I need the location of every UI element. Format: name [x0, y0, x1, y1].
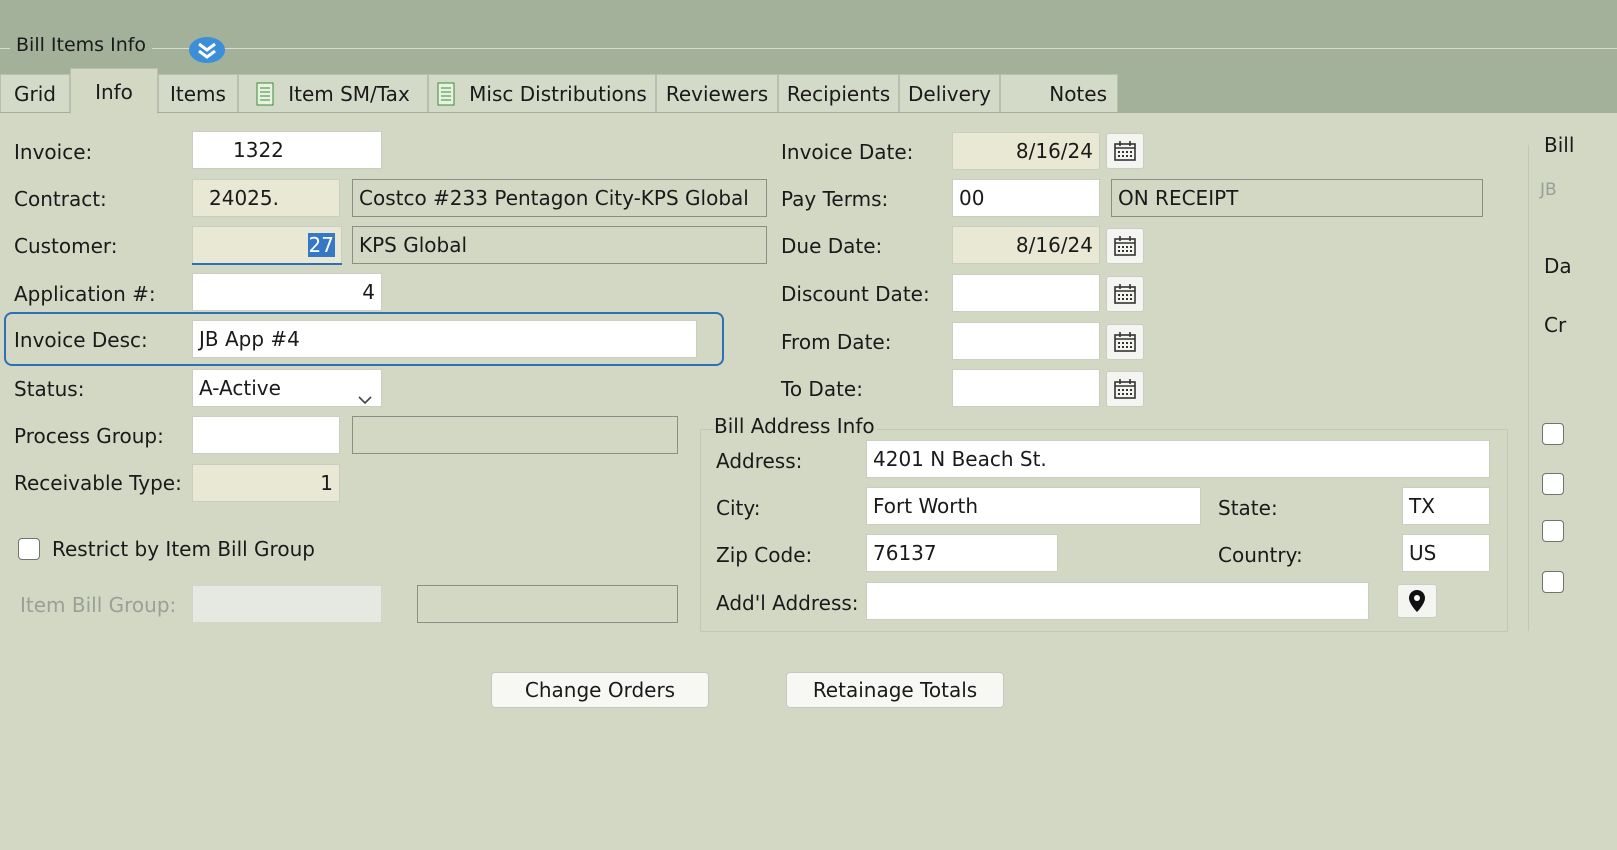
state-label: State:	[1218, 496, 1278, 520]
right-panel-checkbox[interactable]	[1542, 473, 1564, 495]
zip-code-field[interactable]: 76137	[866, 534, 1058, 572]
item-bill-group-description	[417, 585, 678, 623]
pay-terms-field[interactable]: 00	[952, 179, 1100, 217]
bill-address-title: Bill Address Info	[714, 414, 877, 438]
process-group-description	[352, 416, 678, 454]
pay-terms-description: ON RECEIPT	[1111, 179, 1483, 217]
right-panel-title: Bill	[1544, 133, 1575, 157]
calendar-icon[interactable]	[1106, 228, 1144, 264]
right-panel-checkbox[interactable]	[1542, 571, 1564, 593]
tab-label: Delivery	[907, 81, 992, 106]
invoice-field[interactable]: 1322	[192, 131, 382, 169]
city-label: City:	[716, 496, 761, 520]
customer-focus-underline	[192, 263, 342, 265]
customer-field[interactable]: 27	[192, 226, 342, 264]
country-label: Country:	[1218, 543, 1303, 567]
customer-selected-value: 27	[307, 233, 335, 257]
to-date-field[interactable]	[952, 369, 1100, 407]
right-panel-checkbox[interactable]	[1542, 520, 1564, 542]
right-panel-border	[1528, 145, 1529, 631]
tab-label: Grid	[14, 81, 56, 106]
map-pin-icon[interactable]	[1397, 584, 1437, 618]
right-panel-checkbox[interactable]	[1542, 423, 1564, 445]
contract-field[interactable]: 24025.	[192, 179, 340, 217]
tab-label: Items	[170, 81, 226, 106]
tab-item-sm-tax[interactable]: Item SM/Tax	[238, 74, 428, 112]
tab-label: Notes	[1049, 81, 1107, 106]
tab-label: Misc Distributions	[469, 81, 647, 106]
retainage-totals-button[interactable]: Retainage Totals	[786, 672, 1004, 708]
chevron-down-icon	[357, 381, 373, 406]
tab-label: Recipients	[786, 81, 891, 106]
pay-terms-label: Pay Terms:	[781, 187, 889, 211]
calendar-icon[interactable]	[1106, 276, 1144, 312]
group-divider	[0, 48, 1617, 49]
document-icon	[437, 82, 455, 106]
restrict-by-item-bill-group-checkbox[interactable]	[18, 538, 40, 560]
tab-delivery[interactable]: Delivery	[899, 74, 1000, 112]
tab-notes[interactable]: Notes	[1000, 74, 1118, 112]
receivable-type-field[interactable]: 1	[192, 464, 340, 502]
calendar-icon[interactable]	[1106, 324, 1144, 360]
discount-date-field[interactable]	[952, 274, 1100, 312]
discount-date-label: Discount Date:	[781, 282, 930, 306]
group-title: Bill Items Info	[10, 34, 153, 56]
state-field[interactable]: TX	[1402, 487, 1490, 525]
due-date-label: Due Date:	[781, 234, 883, 258]
zip-code-label: Zip Code:	[716, 543, 813, 567]
tab-misc-distributions[interactable]: Misc Distributions	[428, 74, 656, 112]
tab-label: Item SM/Tax	[288, 81, 410, 106]
calendar-icon[interactable]	[1106, 133, 1144, 169]
country-field[interactable]: US	[1402, 534, 1490, 572]
from-date-field[interactable]	[952, 322, 1100, 360]
change-orders-button[interactable]: Change Orders	[491, 672, 709, 708]
status-value: A-Active	[199, 376, 281, 400]
restrict-by-item-bill-group-label: Restrict by Item Bill Group	[52, 537, 315, 561]
addl-address-field[interactable]	[866, 582, 1369, 620]
tab-items[interactable]: Items	[158, 74, 238, 112]
process-group-field[interactable]	[192, 416, 340, 454]
collapse-chevron-icon[interactable]	[188, 36, 226, 64]
from-date-label: From Date:	[781, 330, 892, 354]
right-panel-da: Da	[1544, 254, 1572, 278]
invoice-date-field[interactable]: 8/16/24	[952, 132, 1100, 170]
tab-info[interactable]: Info	[70, 68, 158, 114]
right-panel-jb: JB	[1540, 180, 1557, 200]
tab-recipients[interactable]: Recipients	[778, 74, 899, 112]
to-date-label: To Date:	[781, 377, 863, 401]
tab-reviewers[interactable]: Reviewers	[656, 74, 778, 112]
city-field[interactable]: Fort Worth	[866, 487, 1201, 525]
address-field[interactable]: 4201 N Beach St.	[866, 440, 1490, 478]
item-bill-group-label: Item Bill Group:	[20, 593, 177, 617]
customer-label: Customer:	[14, 234, 118, 258]
tab-grid[interactable]: Grid	[0, 74, 70, 112]
tab-label: Info	[95, 79, 133, 104]
invoice-label: Invoice:	[14, 140, 93, 164]
address-label: Address:	[716, 449, 803, 473]
right-panel-cr: Cr	[1544, 313, 1567, 337]
contract-description: Costco #233 Pentagon City-KPS Global	[352, 179, 767, 217]
application-field[interactable]: 4	[192, 273, 382, 311]
calendar-icon[interactable]	[1106, 371, 1144, 407]
process-group-label: Process Group:	[14, 424, 164, 448]
addl-address-label: Add'l Address:	[716, 591, 859, 615]
status-label: Status:	[14, 377, 85, 401]
invoice-desc-label: Invoice Desc:	[14, 328, 148, 352]
due-date-field[interactable]: 8/16/24	[952, 226, 1100, 264]
customer-description: KPS Global	[352, 226, 767, 264]
application-label: Application #:	[14, 282, 156, 306]
item-bill-group-field	[192, 585, 382, 623]
contract-label: Contract:	[14, 187, 107, 211]
status-select[interactable]: A-Active	[192, 369, 382, 407]
document-icon	[256, 82, 274, 106]
tab-label: Reviewers	[665, 81, 769, 106]
invoice-date-label: Invoice Date:	[781, 140, 914, 164]
invoice-desc-field[interactable]: JB App #4	[192, 320, 697, 358]
receivable-type-label: Receivable Type:	[14, 471, 182, 495]
